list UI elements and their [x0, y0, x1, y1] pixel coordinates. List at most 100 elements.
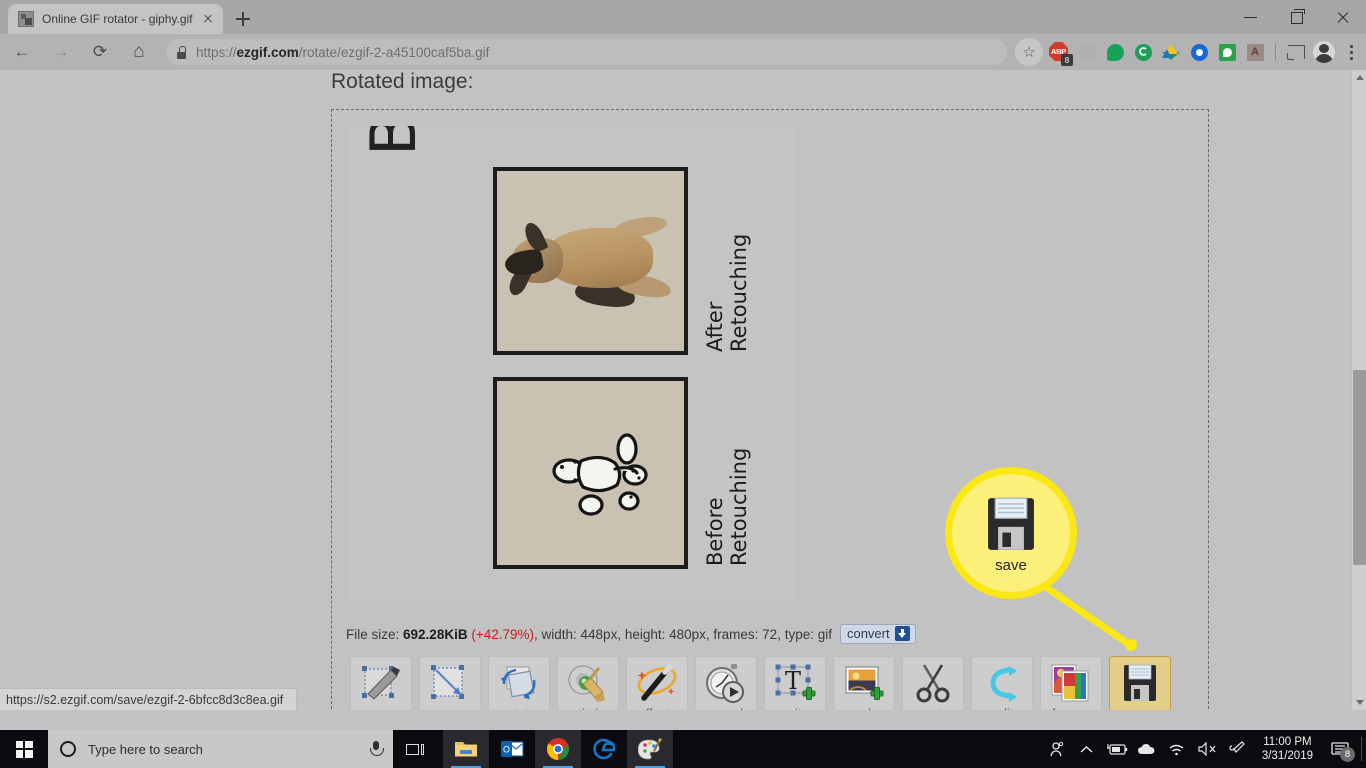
caption-after-line2: Retouching — [727, 233, 752, 352]
tool-write[interactable]: T write — [764, 656, 826, 710]
tool-resize[interactable]: ze — [419, 656, 481, 710]
scroll-down-icon[interactable] — [1352, 695, 1366, 710]
tool-crop[interactable]: crop — [350, 656, 412, 710]
tool-overlay[interactable]: overlay — [833, 656, 895, 710]
forward-button[interactable]: → — [44, 37, 78, 67]
microphone-icon[interactable] — [367, 740, 385, 758]
tab-close-icon[interactable] — [199, 10, 217, 28]
tool-label: save — [1127, 707, 1153, 710]
blue-ring-extension-icon[interactable] — [1185, 38, 1213, 66]
start-button[interactable] — [0, 730, 48, 768]
tab-strip: Online GIF rotator - giphy.gif — [0, 0, 1366, 34]
browser-tab[interactable]: Online GIF rotator - giphy.gif — [8, 4, 223, 34]
task-view-icon — [406, 743, 419, 755]
gif-frame-before — [493, 377, 688, 569]
outlook-icon[interactable]: O — [489, 730, 535, 768]
browser-toolbar: ← → ⟳ ⌂ https://ezgif.com/rotate/ezgif-2… — [0, 34, 1366, 70]
green-swirl-extension-icon[interactable] — [1129, 38, 1157, 66]
new-tab-button[interactable] — [229, 5, 257, 33]
caption-before-line2: Retouching — [727, 447, 752, 566]
back-button[interactable]: ← — [5, 37, 39, 67]
google-drive-icon[interactable] — [1157, 38, 1185, 66]
taskbar-clock[interactable]: 11:00 PM 3/31/2019 — [1252, 735, 1323, 763]
show-hidden-icons-chevron[interactable] — [1072, 730, 1102, 768]
convert-button[interactable]: convert — [839, 624, 916, 644]
address-bar-url: https://ezgif.com/rotate/ezgif-2-a45100c… — [196, 45, 489, 60]
tool-rotate[interactable]: rotate — [488, 656, 550, 710]
tool-frames[interactable]: frames — [1040, 656, 1102, 710]
gif-title-text: Be Yourself! — [357, 126, 487, 156]
chrome-browser-window: Online GIF rotator - giphy.gif ← → ⟳ ⌂ h… — [0, 0, 1366, 768]
adobe-pdf-icon[interactable]: A — [1241, 38, 1269, 66]
dog-sketch — [552, 433, 648, 516]
stopwatch-icon — [706, 664, 744, 703]
chrome-menu-icon[interactable] — [1338, 39, 1364, 65]
google-chrome-icon[interactable] — [535, 730, 581, 768]
tool-label: rotate — [503, 707, 535, 710]
wifi-icon[interactable] — [1162, 730, 1192, 768]
tool-label: crop — [369, 707, 393, 710]
lock-icon — [176, 45, 187, 59]
file-explorer-icon[interactable] — [443, 730, 489, 768]
adblock-plus-icon[interactable]: ABP 8 — [1045, 38, 1073, 66]
cast-icon[interactable] — [1282, 38, 1310, 66]
taskbar-divider — [1361, 737, 1362, 761]
caption-after-line1: After — [703, 301, 727, 352]
file-info-line: File size: 692.28KiB (+42.79%), width: 4… — [346, 624, 916, 644]
save-button-callout: save — [952, 474, 1070, 592]
result-container: Be Yourself! — [331, 109, 1209, 710]
bookmark-star-icon[interactable]: ☆ — [1015, 38, 1043, 66]
notification-count: 8 — [1340, 747, 1355, 762]
volume-muted-icon[interactable] — [1192, 730, 1222, 768]
tool-speed[interactable]: speed — [695, 656, 757, 710]
maximize-icon[interactable] — [1274, 0, 1320, 34]
svg-text:T: T — [785, 667, 801, 695]
scroll-up-icon[interactable] — [1352, 70, 1366, 85]
task-view-button[interactable] — [393, 730, 437, 768]
green-note-extension-icon[interactable] — [1213, 38, 1241, 66]
address-bar[interactable]: https://ezgif.com/rotate/ezgif-2-a45100c… — [166, 39, 1007, 65]
battery-charging-icon[interactable] — [1102, 730, 1132, 768]
tool-label: frames — [1052, 707, 1090, 710]
toolbar-divider — [1275, 43, 1276, 61]
scrollbar-thumb[interactable] — [1353, 370, 1366, 565]
page-scrollbar[interactable] — [1351, 70, 1366, 710]
tool-split[interactable]: split — [971, 656, 1033, 710]
tool-effects[interactable]: effects — [626, 656, 688, 710]
windows-logo-icon — [15, 740, 33, 758]
rotated-gif-preview[interactable]: Be Yourself! — [347, 126, 797, 606]
microsoft-edge-icon[interactable] — [581, 730, 627, 768]
system-tray: 11:00 PM 3/31/2019 8 — [1042, 730, 1366, 768]
tool-label: optimize — [565, 707, 612, 710]
image-width: , width: 448px — [534, 626, 618, 642]
tool-label: ze — [443, 707, 456, 710]
tool-save[interactable]: save — [1109, 656, 1171, 710]
close-icon[interactable] — [1320, 0, 1366, 34]
grey-circle-extension-icon[interactable] — [1073, 38, 1101, 66]
tool-label: speed — [709, 707, 743, 710]
paint-3d-icon[interactable] — [627, 730, 673, 768]
action-center-button[interactable]: 8 — [1323, 730, 1357, 768]
crop-pen-icon — [362, 666, 400, 700]
link-status-url: https://s2.ezgif.com/save/ezgif-2-6bfcc8… — [6, 692, 284, 707]
pen-workspace-icon[interactable] — [1222, 730, 1252, 768]
tool-optimize[interactable]: optimize — [557, 656, 619, 710]
people-icon[interactable] — [1042, 730, 1072, 768]
green-bubble-extension-icon[interactable] — [1101, 38, 1129, 66]
tool-label: split — [991, 707, 1013, 710]
onedrive-icon[interactable] — [1132, 730, 1162, 768]
taskbar-search-box[interactable]: Type here to search — [48, 730, 393, 768]
reload-button[interactable]: ⟳ — [83, 37, 117, 67]
url-domain: ezgif.com — [236, 44, 299, 60]
file-size-value: 692.28KiB — [403, 626, 468, 642]
tool-cut[interactable]: cut — [902, 656, 964, 710]
download-icon — [894, 626, 910, 641]
home-button[interactable]: ⌂ — [122, 37, 156, 67]
profile-avatar-icon[interactable] — [1310, 38, 1338, 66]
tool-strip: crop ze — [350, 656, 1171, 710]
gif-caption-before: Before Retouching — [703, 448, 751, 566]
floppy-disk-icon — [988, 497, 1034, 550]
clock-date: 3/31/2019 — [1261, 750, 1313, 762]
clock-time: 11:00 PM — [1263, 736, 1312, 748]
minimize-icon[interactable] — [1228, 0, 1274, 34]
